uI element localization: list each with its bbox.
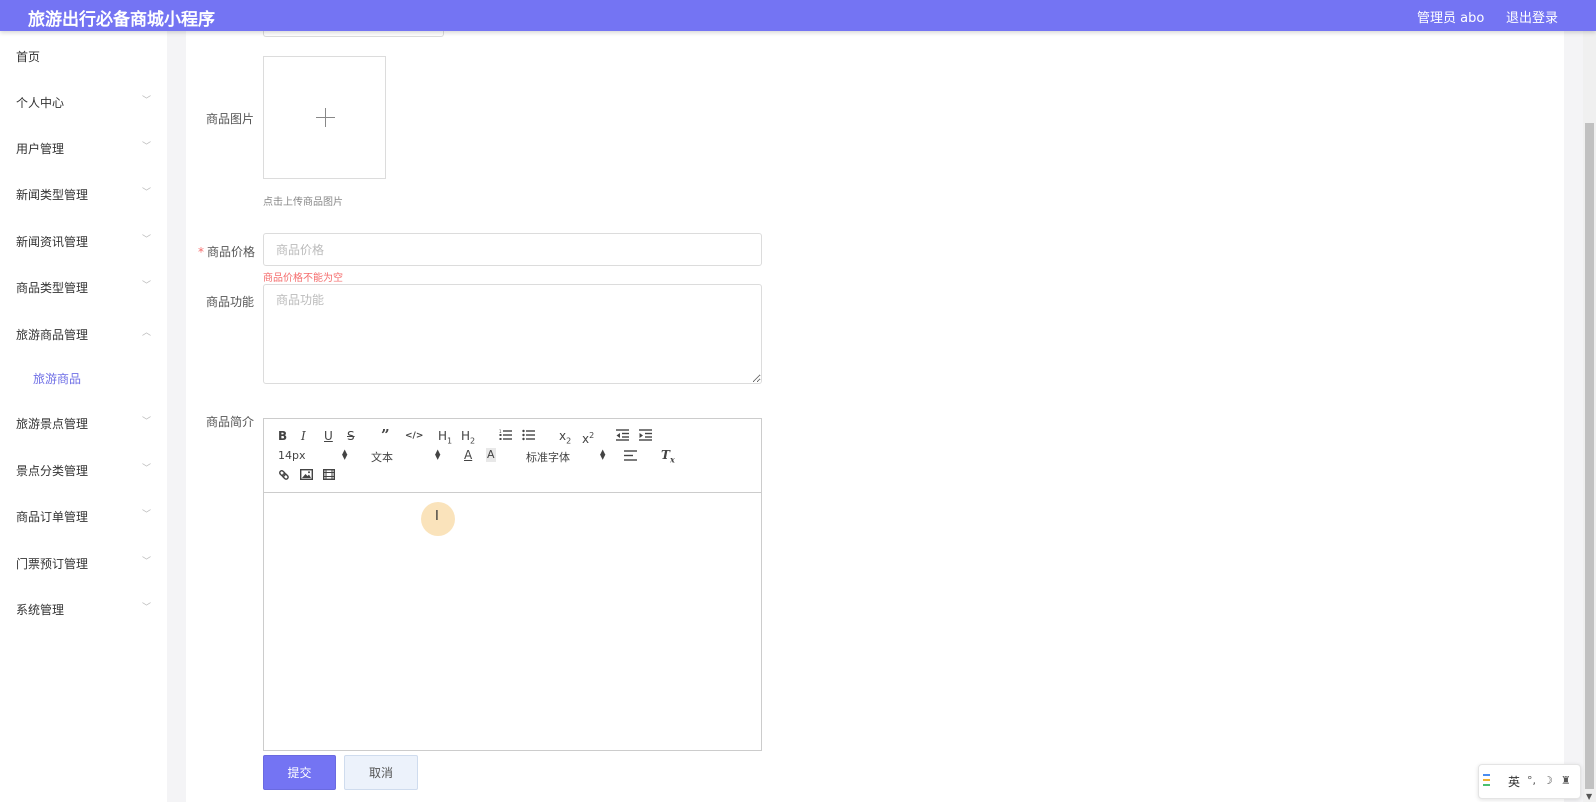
heading-value: 文本 [371, 451, 393, 464]
heading2-icon[interactable]: H2 [461, 429, 475, 448]
sidebar-item-travel-products[interactable]: 旅游商品管理 ︿ [16, 324, 151, 344]
chevron-up-icon: ︿ [141, 328, 151, 338]
scroll-down-arrow-icon[interactable]: ▼ [1586, 792, 1592, 801]
skin-icon[interactable]: ♜ [1561, 774, 1571, 787]
punctuation-icon[interactable]: °, [1527, 774, 1536, 787]
code-block-icon[interactable]: </> [405, 429, 423, 443]
sidebar-item-label: 景点分类管理 [16, 464, 89, 478]
admin-label: 管理员 abo [1417, 11, 1485, 26]
sidebar-item-label: 新闻资讯管理 [16, 235, 89, 249]
sidebar-item-ticket-bookings[interactable]: 门票预订管理 ﹀ [16, 553, 151, 573]
function-textarea[interactable] [263, 284, 762, 384]
sidebar-item-home[interactable]: 首页 [16, 46, 151, 66]
font-size-select[interactable]: 14px ▲ ▼ [278, 448, 348, 463]
app-title: 旅游出行必备商城小程序 [28, 10, 215, 30]
page-scrollbar[interactable]: ▼ [1583, 31, 1596, 802]
moon-icon[interactable]: ☽ [1543, 774, 1553, 787]
svg-text:1: 1 [499, 429, 502, 434]
sidebar-item-personal-center[interactable]: 个人中心 ﹀ [16, 92, 151, 112]
sidebar-item-attraction-categories[interactable]: 景点分类管理 ﹀ [16, 460, 151, 480]
font-family-value: 标准字体 [526, 451, 570, 464]
ime-language-toggle[interactable]: 英 [1508, 773, 1520, 790]
bullet-list-icon[interactable] [522, 429, 536, 441]
cancel-button[interactable]: 取消 [344, 755, 418, 790]
select-arrows-icon: ▲ ▼ [435, 448, 441, 461]
sidebar-item-product-types[interactable]: 商品类型管理 ﹀ [16, 277, 151, 297]
price-input[interactable] [263, 233, 762, 266]
heading1-icon[interactable]: H1 [438, 429, 452, 448]
price-error: 商品价格不能为空 [263, 273, 343, 284]
submit-button[interactable]: 提交 [263, 755, 336, 790]
sidebar-subitem-travel-product[interactable]: 旅游商品 [33, 370, 81, 387]
font-family-select[interactable]: 标准字体 ▲ ▼ [526, 449, 606, 465]
ordered-list-icon[interactable]: 1 [499, 429, 513, 441]
sidebar-item-label: 旅游商品管理 [16, 328, 89, 342]
chevron-down-icon: ﹀ [141, 417, 151, 427]
sidebar-item-label: 商品订单管理 [16, 510, 89, 524]
chevron-down-icon: ﹀ [141, 281, 151, 291]
scrollbar-thumb[interactable] [1585, 123, 1594, 789]
superscript-icon[interactable]: x2 [582, 429, 594, 446]
function-label: 商品功能 [206, 295, 255, 309]
ime-logo-icon [1483, 774, 1490, 789]
editor-toolbar: B I U S ” </> H1 H2 1 x2 x2 14px ▲ ▼ 文本 ▲… [264, 419, 761, 493]
sidebar-item-label: 首页 [16, 50, 41, 64]
sidebar-item-label: 系统管理 [16, 603, 65, 617]
sidebar-item-label: 旅游景点管理 [16, 417, 89, 431]
chevron-down-icon: ﹀ [141, 603, 151, 613]
top-bar: 旅游出行必备商城小程序 管理员 abo 退出登录 [0, 0, 1596, 31]
sidebar-item-users[interactable]: 用户管理 ﹀ [16, 138, 151, 158]
heading-select[interactable]: 文本 ▲ ▼ [371, 449, 441, 465]
chevron-down-icon: ﹀ [141, 142, 151, 152]
chevron-down-icon: ﹀ [141, 188, 151, 198]
sidebar-item-news-types[interactable]: 新闻类型管理 ﹀ [16, 184, 151, 204]
video-icon[interactable] [323, 469, 335, 480]
image-icon[interactable] [300, 469, 313, 480]
intro-label: 商品简介 [206, 415, 255, 429]
outdent-icon[interactable] [616, 429, 629, 441]
sidebar-item-label: 新闻类型管理 [16, 188, 89, 202]
logout-button[interactable]: 退出登录 [1506, 7, 1558, 26]
chevron-down-icon: ﹀ [141, 96, 151, 106]
chevron-down-icon: ﹀ [141, 557, 151, 567]
align-icon[interactable] [624, 450, 637, 461]
required-mark: * [198, 245, 204, 259]
clear-format-icon[interactable]: Tx [661, 448, 675, 466]
ime-toolbar: 英 °, ☽ ♜ [1478, 764, 1581, 799]
chevron-down-icon: ﹀ [141, 464, 151, 474]
sidebar-item-label: 用户管理 [16, 142, 65, 156]
underline-icon[interactable]: U [324, 429, 333, 443]
link-icon[interactable] [278, 469, 290, 481]
sidebar: 首页 个人中心 ﹀ 用户管理 ﹀ 新闻类型管理 ﹀ 新闻资讯管理 ﹀ 商品类型管… [0, 31, 167, 802]
subscript-icon[interactable]: x2 [559, 429, 571, 448]
editor-body[interactable] [264, 494, 761, 750]
bold-icon[interactable]: B [278, 429, 287, 443]
sidebar-item-orders[interactable]: 商品订单管理 ﹀ [16, 506, 151, 526]
strikethrough-icon[interactable]: S [347, 429, 355, 443]
sidebar-item-label: 商品类型管理 [16, 281, 89, 295]
sidebar-item-label: 门票预订管理 [16, 557, 89, 571]
price-label: * 商品价格 [198, 243, 255, 260]
price-label-text: 商品价格 [207, 245, 256, 259]
sidebar-item-system[interactable]: 系统管理 ﹀ [16, 599, 151, 619]
upload-tip: 点击上传商品图片 [263, 197, 343, 208]
plus-icon-vertical [325, 108, 326, 127]
font-color-icon[interactable]: A [464, 448, 472, 462]
blockquote-icon[interactable]: ” [381, 428, 390, 443]
background-color-icon[interactable]: A [486, 448, 496, 462]
rich-text-editor: B I U S ” </> H1 H2 1 x2 x2 14px ▲ ▼ 文本 ▲… [263, 418, 762, 751]
select-arrows-icon: ▲ ▼ [342, 448, 348, 461]
indent-icon[interactable] [639, 429, 652, 441]
italic-icon[interactable]: I [301, 429, 306, 443]
image-upload-box[interactable] [263, 56, 386, 179]
sidebar-item-attractions[interactable]: 旅游景点管理 ﹀ [16, 413, 151, 433]
chevron-down-icon: ﹀ [141, 235, 151, 245]
font-size-value: 14px [278, 449, 306, 462]
sidebar-item-label: 个人中心 [16, 96, 65, 110]
image-label: 商品图片 [206, 112, 255, 126]
chevron-down-icon: ﹀ [141, 510, 151, 520]
text-cursor-icon: I [435, 509, 439, 524]
sidebar-item-news[interactable]: 新闻资讯管理 ﹀ [16, 231, 151, 251]
select-arrows-icon: ▲ ▼ [600, 448, 606, 461]
